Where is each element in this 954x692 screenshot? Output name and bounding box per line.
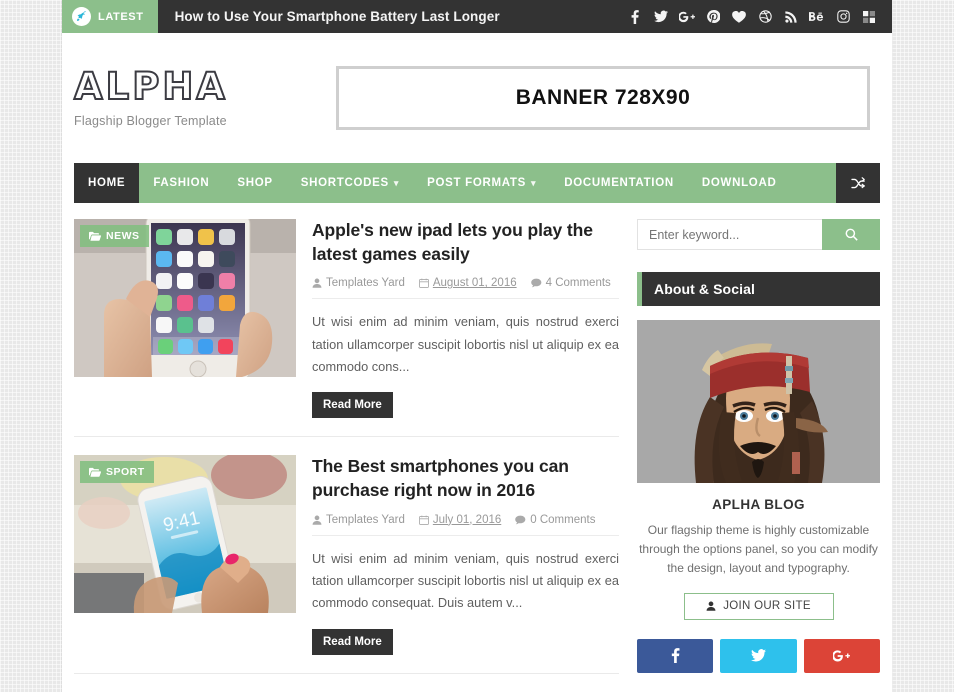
join-our-site-button[interactable]: JOIN OUR SITE (683, 592, 834, 620)
post-date[interactable]: July 01, 2016 (418, 513, 502, 526)
read-more-button[interactable]: Read More (312, 392, 393, 419)
user-icon (312, 515, 322, 525)
search-button[interactable] (822, 219, 880, 250)
facebook-icon[interactable] (622, 0, 648, 33)
post-meta: Templates Yard July 01, 2016 0 Comments (312, 514, 619, 536)
shuffle-icon[interactable] (836, 163, 880, 203)
search-input[interactable] (637, 219, 822, 250)
sidebar-social-buttons (637, 638, 880, 673)
post-date[interactable]: August 01, 2016 (418, 277, 517, 290)
nav-item-label: POST FORMATS (427, 177, 527, 189)
page-container: LATEST How to Use Your Smartphone Batter… (62, 0, 892, 692)
nav-item-label: SHORTCODES (300, 177, 389, 189)
date-text: August 01, 2016 (432, 277, 517, 290)
latest-tag: LATEST (62, 0, 158, 33)
bloglovin-heart-icon[interactable] (726, 0, 752, 33)
post-item: 9:41 SPORT The Best smartphones you can … (74, 455, 619, 674)
nav-item-label: DOCUMENTATION (564, 177, 674, 189)
search-widget (637, 219, 880, 250)
post-body: The Best smartphones you can purchase ri… (312, 455, 619, 655)
category-label: SPORT (106, 466, 145, 479)
header-banner-ad[interactable]: BANNER 728X90 (336, 66, 870, 130)
twitter-icon[interactable] (648, 0, 674, 33)
site-logo[interactable]: ALPHA (73, 66, 336, 107)
instagram-icon[interactable] (830, 0, 856, 33)
site-tagline: Flagship Blogger Template (74, 114, 227, 129)
category-badge[interactable]: SPORT (80, 461, 154, 484)
latest-label: LATEST (98, 10, 144, 23)
read-more-button[interactable]: Read More (312, 628, 393, 655)
nav-item-shop[interactable]: SHOP (223, 163, 286, 203)
site-header: ALPHA Flagship Blogger Template BANNER 7… (62, 33, 892, 163)
category-label: NEWS (106, 230, 140, 242)
post-title[interactable]: The Best smartphones you can purchase ri… (312, 455, 619, 502)
facebook-share-button[interactable] (637, 638, 714, 673)
nav-item-fashion[interactable]: FASHION (139, 163, 223, 203)
post-thumbnail[interactable]: 9:41 SPORT (74, 455, 296, 614)
category-badge[interactable]: NEWS (80, 225, 149, 247)
author-name: Templates Yard (326, 513, 405, 526)
brand-block[interactable]: ALPHA Flagship Blogger Template (73, 66, 336, 129)
author-name: Templates Yard (326, 277, 405, 290)
rss-icon[interactable] (778, 0, 804, 33)
folder-open-icon (89, 231, 101, 241)
nav-item-label: DOWNLOAD (701, 177, 777, 189)
calendar-icon (418, 515, 429, 525)
nav-item-label: SHOP (237, 177, 273, 189)
post-item: NEWS Apple's new ipad lets you play the … (74, 219, 619, 438)
dribbble-icon[interactable] (752, 0, 778, 33)
user-icon (706, 601, 716, 611)
folder-open-icon (89, 468, 101, 478)
pinterest-icon[interactable] (700, 0, 726, 33)
behance-icon[interactable] (804, 0, 830, 33)
nav-item-home[interactable]: HOME (74, 163, 140, 203)
post-excerpt: Ut wisi enim ad minim veniam, quis nostr… (312, 550, 619, 611)
twitter-share-button[interactable] (720, 638, 797, 673)
post-author[interactable]: Templates Yard (312, 277, 405, 289)
google-plus-share-button[interactable] (803, 638, 880, 673)
banner-label: BANNER 728X90 (515, 86, 691, 109)
about-description: Our flagship theme is highly customizabl… (639, 523, 878, 576)
about-title: APLHA BLOG (712, 497, 805, 512)
nav-item-download[interactable]: DOWNLOAD (688, 163, 791, 203)
google-plus-icon[interactable] (674, 0, 700, 33)
comment-count: 0 Comments (530, 513, 596, 526)
avatar (637, 320, 880, 483)
comment-icon (530, 278, 541, 288)
nav-item-list: HOME FASHION SHOP SHORTCODES ▾ POST FORMATS ▾ D… (74, 163, 836, 203)
comment-icon (515, 515, 526, 524)
chevron-down-icon: ▾ (531, 177, 537, 188)
post-comments[interactable]: 4 Comments (530, 277, 611, 290)
user-icon (312, 278, 322, 288)
join-label: JOIN OUR SITE (723, 600, 811, 613)
nav-item-shortcodes[interactable]: SHORTCODES ▾ (287, 163, 413, 203)
post-meta: Templates Yard August 01, 2016 4 Comment… (312, 277, 619, 300)
nav-item-documentation[interactable]: DOCUMENTATION (550, 163, 688, 203)
nav-item-post-formats[interactable]: POST FORMATS ▾ (413, 163, 550, 203)
nav-item-label: FASHION (153, 177, 210, 189)
top-social-links (622, 0, 892, 33)
calendar-icon (418, 278, 429, 289)
post-comments[interactable]: 0 Comments (515, 514, 595, 526)
comment-count: 4 Comments (545, 277, 611, 290)
top-bar: LATEST How to Use Your Smartphone Batter… (62, 0, 892, 33)
search-icon (845, 228, 858, 241)
widget-title-about-social: About & Social (637, 272, 880, 306)
post-excerpt: Ut wisi enim ad minim veniam, quis nostr… (312, 314, 619, 375)
post-list: NEWS Apple's new ipad lets you play the … (74, 219, 619, 692)
post-author[interactable]: Templates Yard (312, 514, 405, 526)
sidebar: About & Social (637, 219, 880, 692)
post-thumbnail[interactable]: NEWS (74, 219, 296, 377)
rocket-icon (72, 7, 91, 26)
chevron-down-icon: ▾ (393, 177, 400, 188)
post-title[interactable]: Apple's new ipad lets you play the lates… (312, 219, 619, 266)
post-body: Apple's new ipad lets you play the lates… (312, 219, 619, 419)
date-text: July 01, 2016 (432, 513, 502, 526)
squares-icon[interactable] (856, 0, 882, 33)
ticker-headline[interactable]: How to Use Your Smartphone Battery Last … (158, 0, 622, 33)
main-navigation: HOME FASHION SHOP SHORTCODES ▾ POST FORMATS ▾ D… (74, 163, 880, 203)
content-area: NEWS Apple's new ipad lets you play the … (62, 203, 892, 692)
nav-item-label: HOME (88, 177, 126, 189)
